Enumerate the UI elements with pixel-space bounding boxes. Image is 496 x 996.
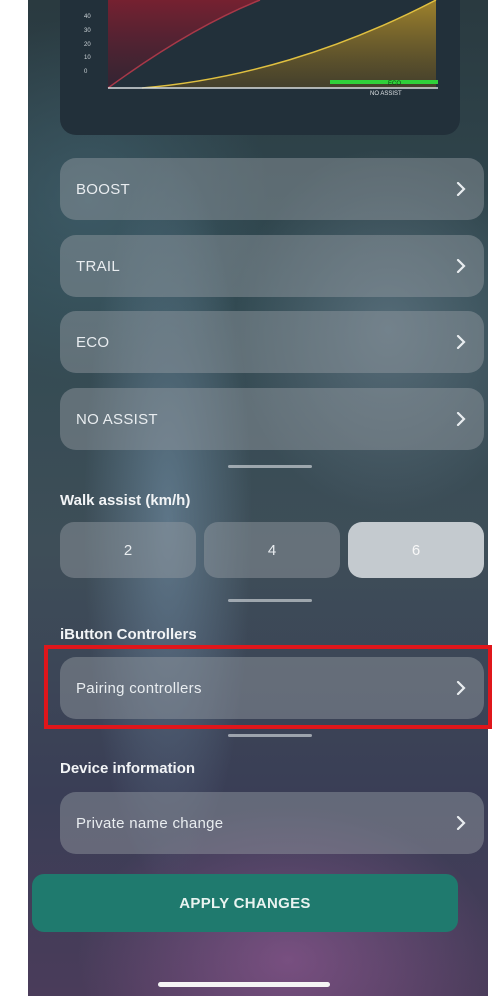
device-information-title: Device information bbox=[60, 760, 196, 777]
assist-chart: 40 30 20 10 0 ECO NO ASSIST bbox=[84, 0, 438, 97]
y-tick-label: 40 bbox=[84, 14, 91, 20]
chevron-right-icon bbox=[454, 412, 468, 426]
y-tick-label: 20 bbox=[84, 42, 91, 48]
y-tick-label: 10 bbox=[84, 55, 91, 61]
eco-line bbox=[330, 80, 438, 84]
section-divider bbox=[228, 734, 312, 737]
section-divider bbox=[228, 465, 312, 468]
home-indicator bbox=[158, 982, 330, 987]
ibutton-controllers-title: iButton Controllers bbox=[60, 626, 197, 643]
private-name-change-label: Private name change bbox=[76, 814, 224, 832]
walk-assist-selector: 2 4 6 bbox=[60, 522, 486, 578]
walk-assist-option-2[interactable]: 2 bbox=[60, 522, 196, 578]
no-assist-label: NO ASSIST bbox=[370, 91, 402, 97]
chevron-right-icon bbox=[454, 335, 468, 349]
assist-chart-card: 40 30 20 10 0 ECO NO ASSIST bbox=[60, 0, 460, 135]
private-name-change-row[interactable]: Private name change bbox=[60, 792, 484, 854]
chevron-right-icon bbox=[454, 259, 468, 273]
y-tick-label: 30 bbox=[84, 28, 91, 34]
highlight-box bbox=[44, 645, 492, 729]
mode-label: BOOST bbox=[76, 180, 131, 198]
mode-label: NO ASSIST bbox=[76, 410, 158, 428]
chevron-right-icon bbox=[454, 816, 468, 830]
mode-row-boost[interactable]: BOOST bbox=[60, 158, 484, 220]
mode-label: ECO bbox=[76, 333, 110, 351]
walk-assist-option-6[interactable]: 6 bbox=[348, 522, 484, 578]
chevron-right-icon bbox=[454, 182, 468, 196]
y-tick-label: 0 bbox=[84, 69, 88, 75]
mode-row-no-assist[interactable]: NO ASSIST bbox=[60, 388, 484, 450]
mode-row-eco[interactable]: ECO bbox=[60, 311, 484, 373]
section-divider bbox=[228, 599, 312, 602]
apply-changes-button[interactable]: APPLY CHANGES bbox=[32, 874, 458, 932]
mode-label: TRAIL bbox=[76, 257, 121, 275]
walk-assist-title: Walk assist (km/h) bbox=[60, 492, 191, 509]
mode-row-trail[interactable]: TRAIL bbox=[60, 235, 484, 297]
app-screen: 40 30 20 10 0 ECO NO ASSIST BOOST TRAIL bbox=[28, 0, 488, 996]
eco-label: ECO bbox=[388, 81, 401, 87]
walk-assist-option-4[interactable]: 4 bbox=[204, 522, 340, 578]
